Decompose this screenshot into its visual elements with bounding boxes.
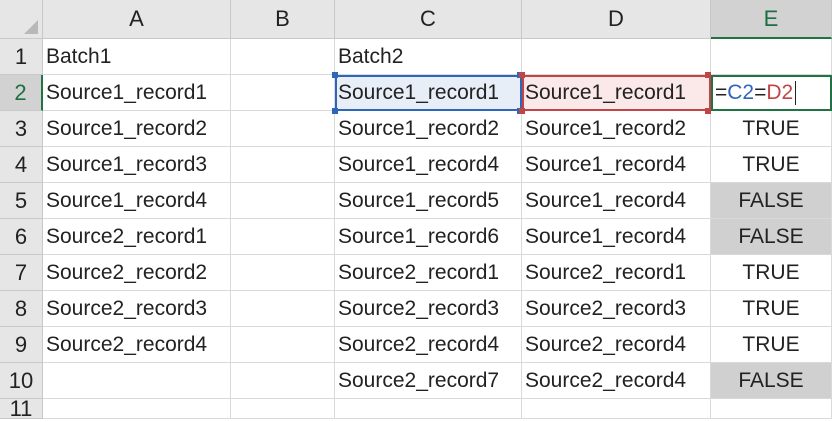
- cell-c10[interactable]: Source2_record7: [335, 363, 522, 399]
- cell-b11[interactable]: [231, 399, 335, 419]
- cell-d11[interactable]: [522, 399, 711, 419]
- ref-handle-d2-tr[interactable]: [705, 72, 711, 78]
- cell-c2[interactable]: Source1_record1: [335, 75, 522, 111]
- cell-a3[interactable]: Source1_record2: [43, 111, 231, 147]
- column-header-d[interactable]: D: [522, 0, 711, 39]
- cell-a4[interactable]: Source1_record3: [43, 147, 231, 183]
- select-all-triangle-icon: [24, 20, 38, 34]
- cell-c5[interactable]: Source1_record5: [335, 183, 522, 219]
- cell-a11[interactable]: [43, 399, 231, 419]
- row-header-11[interactable]: 11: [0, 396, 43, 421]
- cell-d8[interactable]: Source2_record3: [522, 291, 711, 327]
- cell-c1[interactable]: Batch2: [335, 39, 522, 75]
- cell-a5[interactable]: Source1_record4: [43, 183, 231, 219]
- cell-b5[interactable]: [231, 183, 335, 219]
- cell-a8[interactable]: Source2_record3: [43, 291, 231, 327]
- formula-equals: =: [715, 80, 728, 104]
- cell-a2[interactable]: Source1_record1: [43, 75, 231, 111]
- cell-a10[interactable]: [43, 363, 231, 399]
- row-header-9[interactable]: 9: [0, 327, 43, 363]
- cell-e7[interactable]: TRUE: [711, 255, 832, 291]
- cell-d2[interactable]: Source1_record1: [522, 75, 711, 111]
- cell-b3[interactable]: [231, 111, 335, 147]
- column-header-b[interactable]: B: [231, 0, 335, 39]
- column-header-e[interactable]: E: [711, 0, 832, 39]
- cell-d3[interactable]: Source1_record2: [522, 111, 711, 147]
- cell-c4[interactable]: Source1_record4: [335, 147, 522, 183]
- cell-d4[interactable]: Source1_record4: [522, 147, 711, 183]
- cell-d5[interactable]: Source1_record4: [522, 183, 711, 219]
- cell-e9[interactable]: TRUE: [711, 327, 832, 363]
- cell-c9[interactable]: Source2_record4: [335, 327, 522, 363]
- ref-handle-d2-bl[interactable]: [519, 108, 525, 114]
- cell-a9[interactable]: Source2_record4: [43, 327, 231, 363]
- cell-e6[interactable]: FALSE: [711, 219, 832, 255]
- formula-operator: =: [754, 80, 767, 104]
- row-header-3[interactable]: 3: [0, 111, 43, 147]
- cell-b6[interactable]: [231, 219, 335, 255]
- cell-b1[interactable]: [231, 39, 335, 75]
- cell-e11[interactable]: [711, 399, 832, 419]
- column-header-c[interactable]: C: [335, 0, 522, 39]
- cell-e10[interactable]: FALSE: [711, 363, 832, 399]
- formula-ref-c2: C2: [727, 80, 755, 104]
- cell-e4[interactable]: TRUE: [711, 147, 832, 183]
- cell-d6[interactable]: Source1_record4: [522, 219, 711, 255]
- row-header-7[interactable]: 7: [0, 255, 43, 291]
- cell-d9[interactable]: Source2_record4: [522, 327, 711, 363]
- cell-c3[interactable]: Source1_record2: [335, 111, 522, 147]
- cell-b4[interactable]: [231, 147, 335, 183]
- cell-c8[interactable]: Source2_record3: [335, 291, 522, 327]
- cell-a1[interactable]: Batch1: [43, 39, 231, 75]
- cell-e3[interactable]: TRUE: [711, 111, 832, 147]
- row-header-5[interactable]: 5: [0, 183, 43, 219]
- cell-c11[interactable]: [335, 399, 522, 419]
- formula-ref-d2: D2: [766, 80, 794, 104]
- row-header-2[interactable]: 2: [0, 75, 43, 111]
- cell-b9[interactable]: [231, 327, 335, 363]
- ref-handle-c2-tl[interactable]: [332, 72, 338, 78]
- cell-b8[interactable]: [231, 291, 335, 327]
- row-header-6[interactable]: 6: [0, 219, 43, 255]
- cell-a7[interactable]: Source2_record2: [43, 255, 231, 291]
- cell-b2[interactable]: [231, 75, 335, 111]
- cell-c7[interactable]: Source2_record1: [335, 255, 522, 291]
- column-header-a[interactable]: A: [43, 0, 231, 39]
- row-header-1[interactable]: 1: [0, 39, 43, 75]
- cell-d10[interactable]: Source2_record4: [522, 363, 711, 399]
- text-cursor: [795, 80, 797, 105]
- cell-b10[interactable]: [231, 363, 335, 399]
- cell-b7[interactable]: [231, 255, 335, 291]
- cell-d7[interactable]: Source2_record1: [522, 255, 711, 291]
- row-header-8[interactable]: 8: [0, 291, 43, 327]
- row-header-4[interactable]: 4: [0, 147, 43, 183]
- cell-e1[interactable]: [711, 39, 832, 75]
- cell-d1[interactable]: [522, 39, 711, 75]
- cell-e2[interactable]: = C2 = D2: [711, 75, 832, 111]
- cell-a6[interactable]: Source2_record1: [43, 219, 231, 255]
- ref-handle-d2-tl[interactable]: [519, 72, 525, 78]
- cell-e5[interactable]: FALSE: [711, 183, 832, 219]
- spreadsheet-grid[interactable]: A B C D E 1 2 3 4 5 6 7 8 9 10 11 Batch1 Source1_record1 S…: [0, 0, 832, 421]
- cell-e8[interactable]: TRUE: [711, 291, 832, 327]
- row-header-10[interactable]: 10: [0, 363, 43, 399]
- select-all-corner[interactable]: [0, 0, 43, 39]
- ref-handle-d2-br[interactable]: [705, 108, 711, 114]
- cell-c6[interactable]: Source1_record6: [335, 219, 522, 255]
- ref-handle-c2-bl[interactable]: [332, 108, 338, 114]
